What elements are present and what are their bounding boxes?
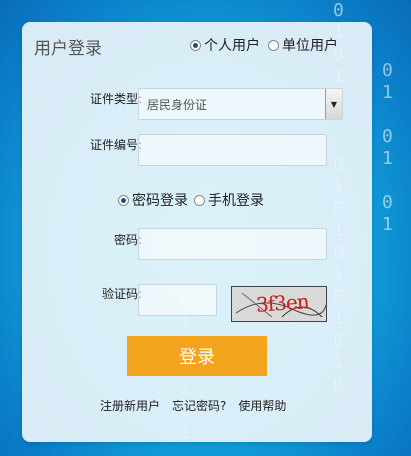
login-mode-password-label: 密码登录 <box>132 193 188 209</box>
radio-unchecked-icon[interactable] <box>268 39 279 51</box>
register-link[interactable]: 注册新用户 <box>100 397 160 414</box>
radio-checked-icon[interactable] <box>190 39 201 51</box>
id-number-label: 证件编号: <box>89 138 142 152</box>
binary-column-edge: 0 1 0 1 0 1 <box>382 60 393 235</box>
user-type-selector: 个人用户 单位用户 <box>190 35 338 55</box>
id-type-value: 居民身份证 <box>147 97 208 112</box>
login-mode-phone-label: 手机登录 <box>208 193 264 209</box>
password-field[interactable] <box>138 228 327 260</box>
user-type-personal[interactable]: 个人用户 <box>190 35 260 55</box>
chevron-down-icon[interactable]: ▼ <box>325 89 342 119</box>
captcha-text: 3f3en <box>255 289 310 317</box>
radio-checked-icon[interactable] <box>118 194 129 206</box>
radio-unchecked-icon[interactable] <box>194 194 205 206</box>
footer-links: 注册新用户 忘记密码? 使用帮助 <box>100 397 286 414</box>
user-type-organization-label: 单位用户 <box>282 38 338 54</box>
captcha-label: 验证码: <box>101 287 142 301</box>
login-button[interactable]: 登录 <box>127 336 267 376</box>
id-number-field[interactable] <box>138 134 327 166</box>
password-label: 密码: <box>113 233 142 247</box>
help-link[interactable]: 使用帮助 <box>238 397 286 414</box>
captcha-field[interactable] <box>138 284 217 316</box>
login-mode-selector: 密码登录 手机登录 <box>118 190 264 210</box>
page-title: 用户登录 <box>34 39 102 59</box>
id-type-select[interactable]: 居民身份证 ▼ <box>138 88 343 120</box>
captcha-image[interactable]: 3f3en <box>231 286 327 322</box>
id-type-label: 证件类型: <box>89 92 142 106</box>
login-mode-password[interactable]: 密码登录 <box>118 190 188 210</box>
user-type-personal-label: 个人用户 <box>204 38 260 54</box>
login-mode-phone[interactable]: 手机登录 <box>194 190 264 210</box>
login-header: 用户登录 个人用户 单位用户 <box>22 22 372 66</box>
login-panel: 用户登录 个人用户 单位用户 证件类型: 居民身份证 ▼ 证件编号: 密码登录 … <box>22 22 372 442</box>
user-type-organization[interactable]: 单位用户 <box>268 35 338 55</box>
forgot-password-link[interactable]: 忘记密码? <box>172 397 226 414</box>
